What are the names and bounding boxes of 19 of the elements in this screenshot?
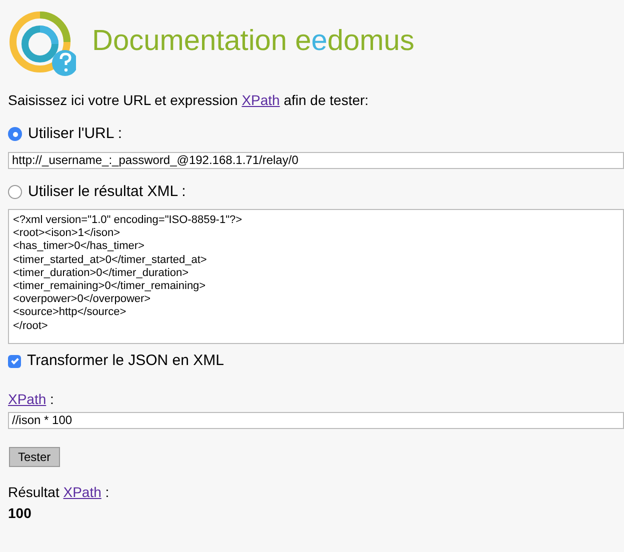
xpath-link[interactable]: XPath bbox=[242, 92, 280, 108]
xpath-link[interactable]: XPath bbox=[63, 482, 102, 502]
radio-button[interactable] bbox=[8, 184, 22, 199]
tester-button[interactable]: Tester bbox=[9, 446, 60, 466]
result-label-suffix: : bbox=[104, 482, 110, 502]
xml-text-area[interactable]: <?xml version="1.0" encoding="ISO-8859-1"?> <root><ison>1</ison> <has_timer>0</has_timer> <timer_started_at>0</timer_started_at> <timer_duration>0</timer_duration> <timer_remaining>0</timer_remaining> <overpower>0</overpower> <source>http</source> </root> bbox=[8, 209, 624, 344]
radio-button[interactable] bbox=[8, 127, 22, 142]
instruction-text: Saisissez ici votre URL et expression XPath afin de tester: bbox=[8, 91, 370, 110]
xpath-link[interactable]: XPath bbox=[8, 388, 46, 410]
radio-label: Utiliser l'URL : bbox=[28, 124, 122, 144]
page-title: Documentation eedomus bbox=[92, 24, 414, 60]
result-value: 100 bbox=[8, 504, 32, 522]
checkbox-label: Transformer le JSON en XML bbox=[27, 351, 224, 371]
radio-label: Utiliser le résultat XML : bbox=[28, 182, 186, 202]
field-label: : bbox=[49, 390, 54, 408]
url-field[interactable]: http://_username_:_password_@192.168.1.71/relay/0 bbox=[8, 152, 624, 168]
checkbox[interactable] bbox=[8, 354, 21, 368]
xpath-field[interactable]: //ison * 100 bbox=[8, 412, 624, 428]
result-label: Résultat bbox=[8, 482, 60, 502]
